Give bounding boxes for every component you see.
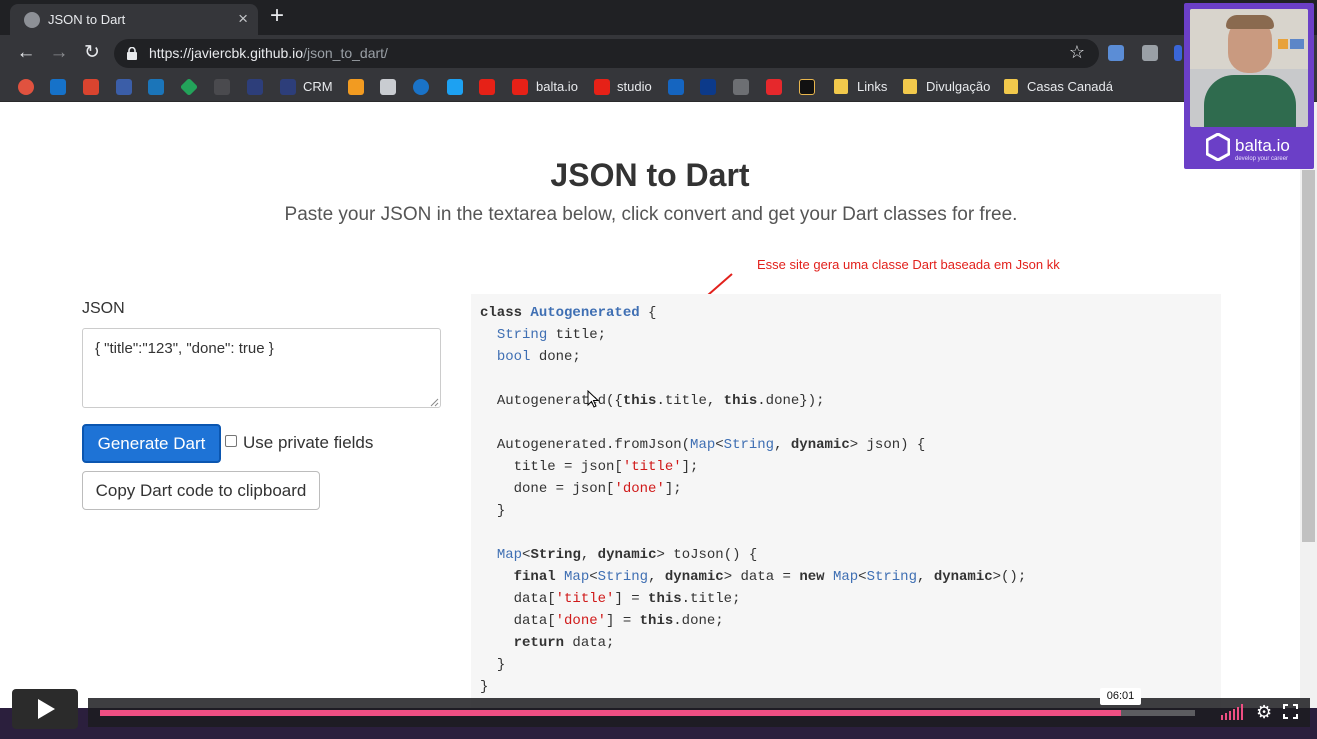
rd-crm-icon[interactable] (280, 79, 296, 95)
bolt-icon[interactable] (766, 79, 782, 95)
private-fields-checkbox[interactable] (225, 435, 237, 447)
screen: JSON to Dart × + ← → ↻ https://javiercbk… (0, 0, 1317, 739)
bookmark-casas-canada[interactable]: Casas Canadá (1027, 79, 1113, 94)
folder-icon (834, 79, 848, 94)
code-line: Autogenerated.fromJson(Map<String, dynam… (496, 437, 926, 453)
volume-icon[interactable] (1221, 704, 1245, 720)
forward-button[interactable]: → (47, 41, 71, 65)
linkedin-icon[interactable] (148, 79, 164, 95)
diamond-icon[interactable] (179, 77, 199, 97)
asana-icon[interactable] (18, 79, 34, 95)
browser-tab-bar: JSON to Dart × + (0, 0, 1317, 35)
url-host: https://javiercbk.github.io (149, 45, 304, 61)
azure-icon[interactable] (668, 79, 684, 95)
fullscreen-icon[interactable] (1283, 704, 1298, 719)
webcam-overlay: balta.io develop your career (1184, 3, 1314, 169)
onedrive-icon[interactable] (413, 79, 429, 95)
code-line: bool done; (496, 349, 581, 365)
gmail-icon[interactable] (83, 79, 99, 95)
globe-icon (24, 12, 40, 28)
youtube-studio-icon[interactable] (594, 79, 610, 95)
dart-code-output[interactable]: class Autogenerated { String title; bool… (471, 294, 1221, 739)
code-line: data['done'] = this.done; (513, 613, 724, 629)
url-text[interactable]: https://javiercbk.github.io/json_to_dart… (149, 45, 388, 61)
bookmark-divulgacao[interactable]: Divulgação (926, 79, 990, 94)
web-page: JSON to Dart Paste your JSON in the text… (0, 102, 1317, 739)
youtube-balta-icon[interactable] (512, 79, 528, 95)
json-textarea[interactable] (82, 328, 441, 408)
c-icon[interactable] (799, 79, 815, 95)
browser-tab[interactable]: JSON to Dart × (10, 4, 258, 35)
address-bar[interactable]: https://javiercbk.github.io/json_to_dart… (114, 39, 1099, 68)
google-analytics-icon[interactable] (348, 79, 364, 95)
new-tab-button[interactable]: + (270, 4, 284, 28)
bookmark-star-icon[interactable]: ☆ (1069, 42, 1085, 63)
close-tab-icon[interactable]: × (238, 9, 248, 29)
bookmarks-bar: CRM balta.io studio Links Divulgação Cas… (0, 72, 1317, 102)
youtube-icon[interactable] (479, 79, 495, 95)
play-button[interactable] (12, 689, 78, 729)
rd-icon[interactable] (247, 79, 263, 95)
annotation-text: Esse site gera uma classe Dart baseada e… (757, 257, 1060, 272)
browser-toolbar: ← → ↻ https://javiercbk.github.io/json_t… (0, 35, 1317, 72)
bookmark-studio[interactable]: studio (617, 79, 652, 94)
code-line: } (496, 503, 506, 519)
code-line: Autogenerated({this.title, this.done}); (496, 393, 825, 409)
code-line: } (496, 657, 506, 673)
settings-gear-icon[interactable]: ⚙ (1256, 703, 1272, 721)
outlook-icon[interactable] (50, 79, 66, 95)
mouse-cursor-icon (587, 390, 599, 408)
folder-icon (1004, 79, 1018, 94)
copy-to-clipboard-button[interactable]: Copy Dart code to clipboard (82, 471, 320, 510)
extension-chat-icon[interactable] (1142, 45, 1158, 61)
twitter-icon[interactable] (447, 79, 463, 95)
code-line: } (480, 679, 489, 695)
code-line: return data; (513, 635, 615, 651)
facebook-icon[interactable] (116, 79, 132, 95)
play-icon (38, 699, 55, 719)
lock-icon (127, 47, 137, 60)
page-subtitle: Paste your JSON in the textarea below, c… (284, 204, 1018, 225)
page-title: JSON to Dart (550, 157, 750, 193)
generate-dart-button[interactable]: Generate Dart (82, 424, 221, 463)
store-icon[interactable] (380, 79, 396, 95)
time-tooltip: 06:01 (1100, 688, 1141, 705)
calculator-icon[interactable] (733, 79, 749, 95)
itau-icon[interactable] (700, 79, 716, 95)
scrollbar-thumb[interactable] (1302, 170, 1315, 542)
tab-title: JSON to Dart (48, 12, 126, 27)
resize-grip-icon[interactable] (430, 398, 439, 407)
code-line: Map<String, dynamic> toJson() { (496, 547, 758, 563)
bookmark-balta[interactable]: balta.io (536, 79, 578, 94)
webcam-brand: balta.io (1235, 136, 1290, 155)
code-line: class Autogenerated { (480, 305, 657, 321)
extension-icon[interactable] (1174, 45, 1182, 61)
folder-icon (903, 79, 917, 94)
bookmark-links[interactable]: Links (857, 79, 887, 94)
private-fields-label[interactable]: Use private fields (243, 433, 373, 453)
balta-logo-icon (1206, 133, 1230, 161)
bookmark-crm[interactable]: CRM (303, 79, 333, 94)
code-line: done = json['done']; (513, 481, 682, 497)
code-line: data['title'] = this.title; (513, 591, 741, 607)
webcam-video (1190, 9, 1308, 127)
webcam-tagline: develop your career (1235, 156, 1289, 162)
code-line: final Map<String, dynamic> data = new Ma… (513, 569, 1027, 585)
page-scrollbar[interactable] (1300, 102, 1317, 739)
extension-pen-icon[interactable] (1108, 45, 1124, 61)
code-line: title = json['title']; (513, 459, 699, 475)
analytics-icon[interactable] (214, 79, 230, 95)
progress-bar-fill (100, 710, 1121, 716)
url-path: /json_to_dart/ (303, 45, 388, 61)
back-button[interactable]: ← (14, 41, 38, 65)
json-label: JSON (82, 300, 125, 317)
reload-button[interactable]: ↻ (80, 41, 104, 65)
code-line: String title; (496, 327, 607, 343)
